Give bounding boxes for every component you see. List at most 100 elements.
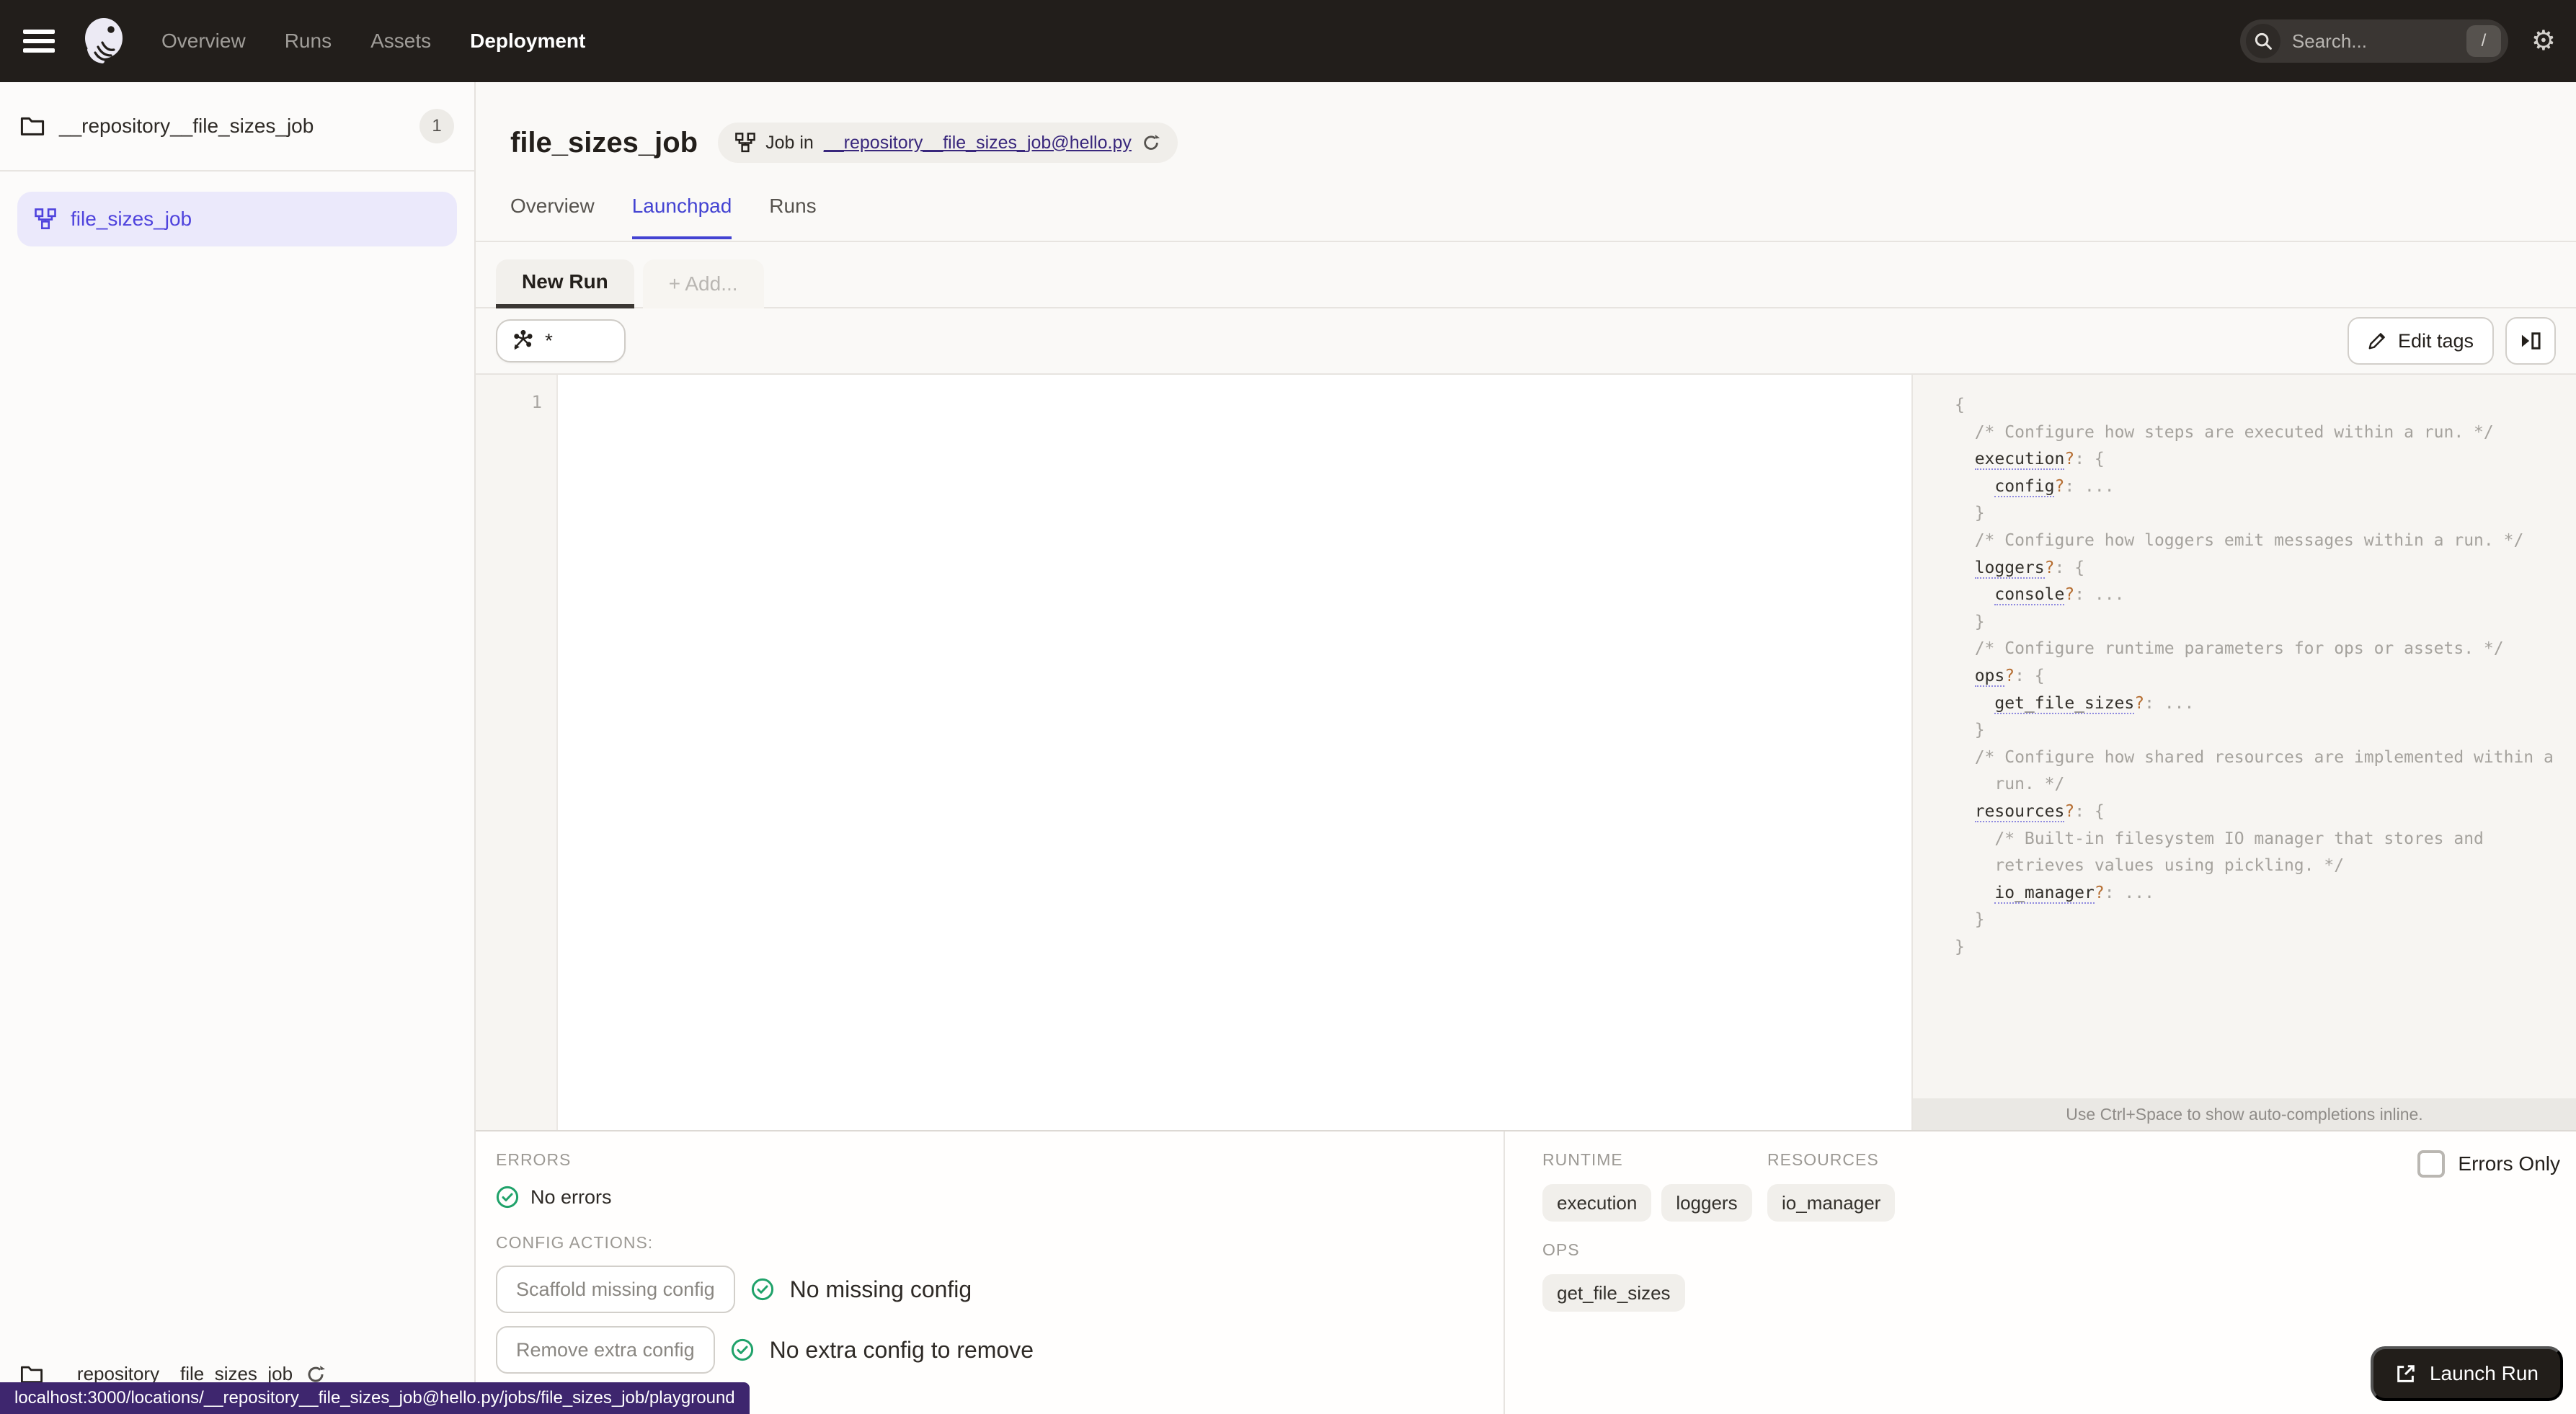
- config-schema-line: run. */: [1994, 775, 2065, 794]
- config-schema-line: }: [1955, 504, 1985, 523]
- link-status-bar: localhost:3000/locations/__repository__f…: [0, 1382, 750, 1414]
- session-tab-new-run[interactable]: New Run: [496, 259, 634, 308]
- config-schema-line: loggers?: {: [1974, 558, 2085, 579]
- top-nav-links: Overview Runs Assets Deployment: [161, 30, 585, 53]
- edit-tags-label: Edit tags: [2397, 329, 2474, 352]
- search-input[interactable]: Search... /: [2239, 19, 2508, 63]
- check-circle-icon: [751, 1278, 774, 1301]
- errors-section-label: ERRORS: [496, 1150, 572, 1169]
- no-errors-text: No errors: [530, 1186, 612, 1208]
- ops-tags: get_file_sizes: [1542, 1274, 2560, 1312]
- sidebar-repository-row[interactable]: __repository__file_sizes_job 1: [0, 82, 474, 172]
- errors-panel: ERRORS No errors CONFIG ACTIONS: Scaffol…: [476, 1131, 1505, 1414]
- sidebar-repository-name: __repository__file_sizes_job: [59, 115, 314, 137]
- config-schema-code[interactable]: { /* Configure how steps are executed wi…: [1913, 375, 2576, 1098]
- autocomplete-hint: Use Ctrl+Space to show auto-completions …: [1913, 1098, 2576, 1130]
- resources-tags: io_manager: [1767, 1184, 1896, 1222]
- expand-panel-button[interactable]: [2505, 317, 2556, 365]
- op-selector-value: *: [545, 329, 553, 352]
- nav-item-deployment[interactable]: Deployment: [470, 30, 585, 53]
- config-schema-line: }: [1955, 612, 1985, 631]
- run-summary-panel: RUNTIME execution loggers RESOURCES io_m…: [1505, 1131, 2576, 1414]
- config-schema-line: /* Configure how steps are executed with…: [1974, 422, 2494, 442]
- nav-item-overview[interactable]: Overview: [161, 30, 246, 53]
- tag-loggers: loggers: [1661, 1184, 1752, 1222]
- no-missing-config-text: No missing config: [789, 1276, 972, 1302]
- op-selector-icon: [512, 330, 533, 352]
- sidebar-job-count-badge: 1: [419, 109, 454, 143]
- remove-extra-config-button[interactable]: Remove extra config: [496, 1326, 715, 1374]
- launch-run-button[interactable]: Launch Run: [2370, 1346, 2563, 1401]
- sidebar-item-file-sizes-job[interactable]: file_sizes_job: [17, 192, 457, 246]
- folder-icon: [20, 115, 45, 137]
- job-graph-icon: [35, 208, 56, 230]
- runtime-section-label: RUNTIME: [1542, 1150, 1623, 1169]
- launchpad-session-tabs: New Run + Add...: [476, 242, 2576, 308]
- config-schema-line: }: [1955, 721, 1985, 740]
- bottom-panels: ERRORS No errors CONFIG ACTIONS: Scaffol…: [476, 1130, 2576, 1414]
- gear-icon[interactable]: ⚙: [2531, 27, 2556, 55]
- launch-run-label: Launch Run: [2429, 1362, 2539, 1384]
- config-schema-line: /* Built-in filesystem IO manager that s…: [1994, 829, 2484, 848]
- config-schema-line: /* Configure how shared resources are im…: [1974, 747, 2554, 767]
- config-schema-line: /* Configure how loggers emit messages w…: [1974, 530, 2524, 550]
- search-placeholder: Search...: [2291, 30, 2367, 52]
- config-schema-line: {: [1955, 396, 1965, 414]
- edit-tags-button[interactable]: Edit tags: [2347, 317, 2494, 365]
- editor-line-number: 1: [531, 392, 542, 412]
- job-origin-link[interactable]: __repository__file_sizes_job@hello.py: [824, 133, 1132, 154]
- job-tabs: Overview Launchpad Runs: [510, 195, 2541, 239]
- check-circle-icon: [731, 1338, 754, 1361]
- reload-icon[interactable]: [1142, 133, 1160, 152]
- launchpad-toolbar: * Edit tags: [476, 308, 2576, 375]
- config-workspace: 1 { /* Configure how steps are executed …: [476, 375, 2576, 1130]
- resources-section-label: RESOURCES: [1767, 1150, 1879, 1169]
- config-schema-line: ops?: {: [1974, 666, 2045, 687]
- errors-only-checkbox[interactable]: [2417, 1150, 2446, 1178]
- search-icon: [2245, 24, 2280, 58]
- nav-item-runs[interactable]: Runs: [285, 30, 332, 53]
- tab-overview[interactable]: Overview: [510, 195, 595, 239]
- job-header: file_sizes_job Job in __repository__file…: [476, 82, 2576, 242]
- errors-only-toggle[interactable]: Errors Only: [2417, 1150, 2560, 1178]
- reload-icon[interactable]: [306, 1364, 326, 1384]
- tab-runs[interactable]: Runs: [769, 195, 816, 239]
- play-panel-icon: [2520, 332, 2541, 350]
- nav-item-assets[interactable]: Assets: [370, 30, 431, 53]
- tab-launchpad[interactable]: Launchpad: [631, 195, 732, 239]
- job-origin-prefix: Job in: [765, 132, 814, 153]
- top-navbar: Overview Runs Assets Deployment Search..…: [0, 0, 2576, 82]
- config-actions-label: CONFIG ACTIONS:: [496, 1233, 654, 1252]
- op-selector-input[interactable]: *: [496, 319, 626, 363]
- job-graph-icon: [735, 133, 755, 153]
- config-schema-line: /* Configure runtime parameters for ops …: [1974, 639, 2504, 659]
- search-shortcut-badge: /: [2466, 25, 2501, 57]
- config-schema-line: }: [1955, 910, 1985, 930]
- dagster-logo-icon[interactable]: [75, 12, 133, 70]
- sidebar-item-label: file_sizes_job: [71, 208, 192, 230]
- config-schema-panel: { /* Configure how steps are executed wi…: [1911, 375, 2576, 1130]
- runtime-tags: execution loggers: [1542, 1184, 1767, 1222]
- config-editor[interactable]: [558, 375, 1911, 1130]
- tag-get-file-sizes: get_file_sizes: [1542, 1274, 1685, 1312]
- config-schema-line: retrieves values using pickling. */: [1994, 856, 2345, 876]
- config-schema-line: config?: ...: [1994, 476, 2115, 497]
- config-schema-line: execution?: {: [1974, 450, 2105, 471]
- scaffold-missing-config-button[interactable]: Scaffold missing config: [496, 1266, 735, 1313]
- check-circle-icon: [496, 1186, 519, 1209]
- job-origin-pill: Job in __repository__file_sizes_job@hell…: [718, 123, 1178, 163]
- ops-section-label: OPS: [1542, 1240, 1580, 1259]
- config-schema-line: resources?: {: [1974, 801, 2105, 822]
- hamburger-menu-icon[interactable]: [23, 30, 55, 53]
- config-schema-line: }: [1955, 937, 1965, 956]
- session-tab-add[interactable]: + Add...: [642, 259, 764, 308]
- no-extra-config-text: No extra config to remove: [769, 1336, 1034, 1363]
- config-schema-line: get_file_sizes?: ...: [1994, 693, 2195, 714]
- sidebar: __repository__file_sizes_job 1 file_size…: [0, 82, 476, 1414]
- launch-icon: [2395, 1363, 2417, 1384]
- errors-only-label: Errors Only: [2458, 1152, 2560, 1175]
- folder-icon: [20, 1364, 43, 1384]
- page-title: file_sizes_job: [510, 126, 698, 159]
- main-content: file_sizes_job Job in __repository__file…: [476, 82, 2576, 1414]
- tag-io-manager: io_manager: [1767, 1184, 1896, 1222]
